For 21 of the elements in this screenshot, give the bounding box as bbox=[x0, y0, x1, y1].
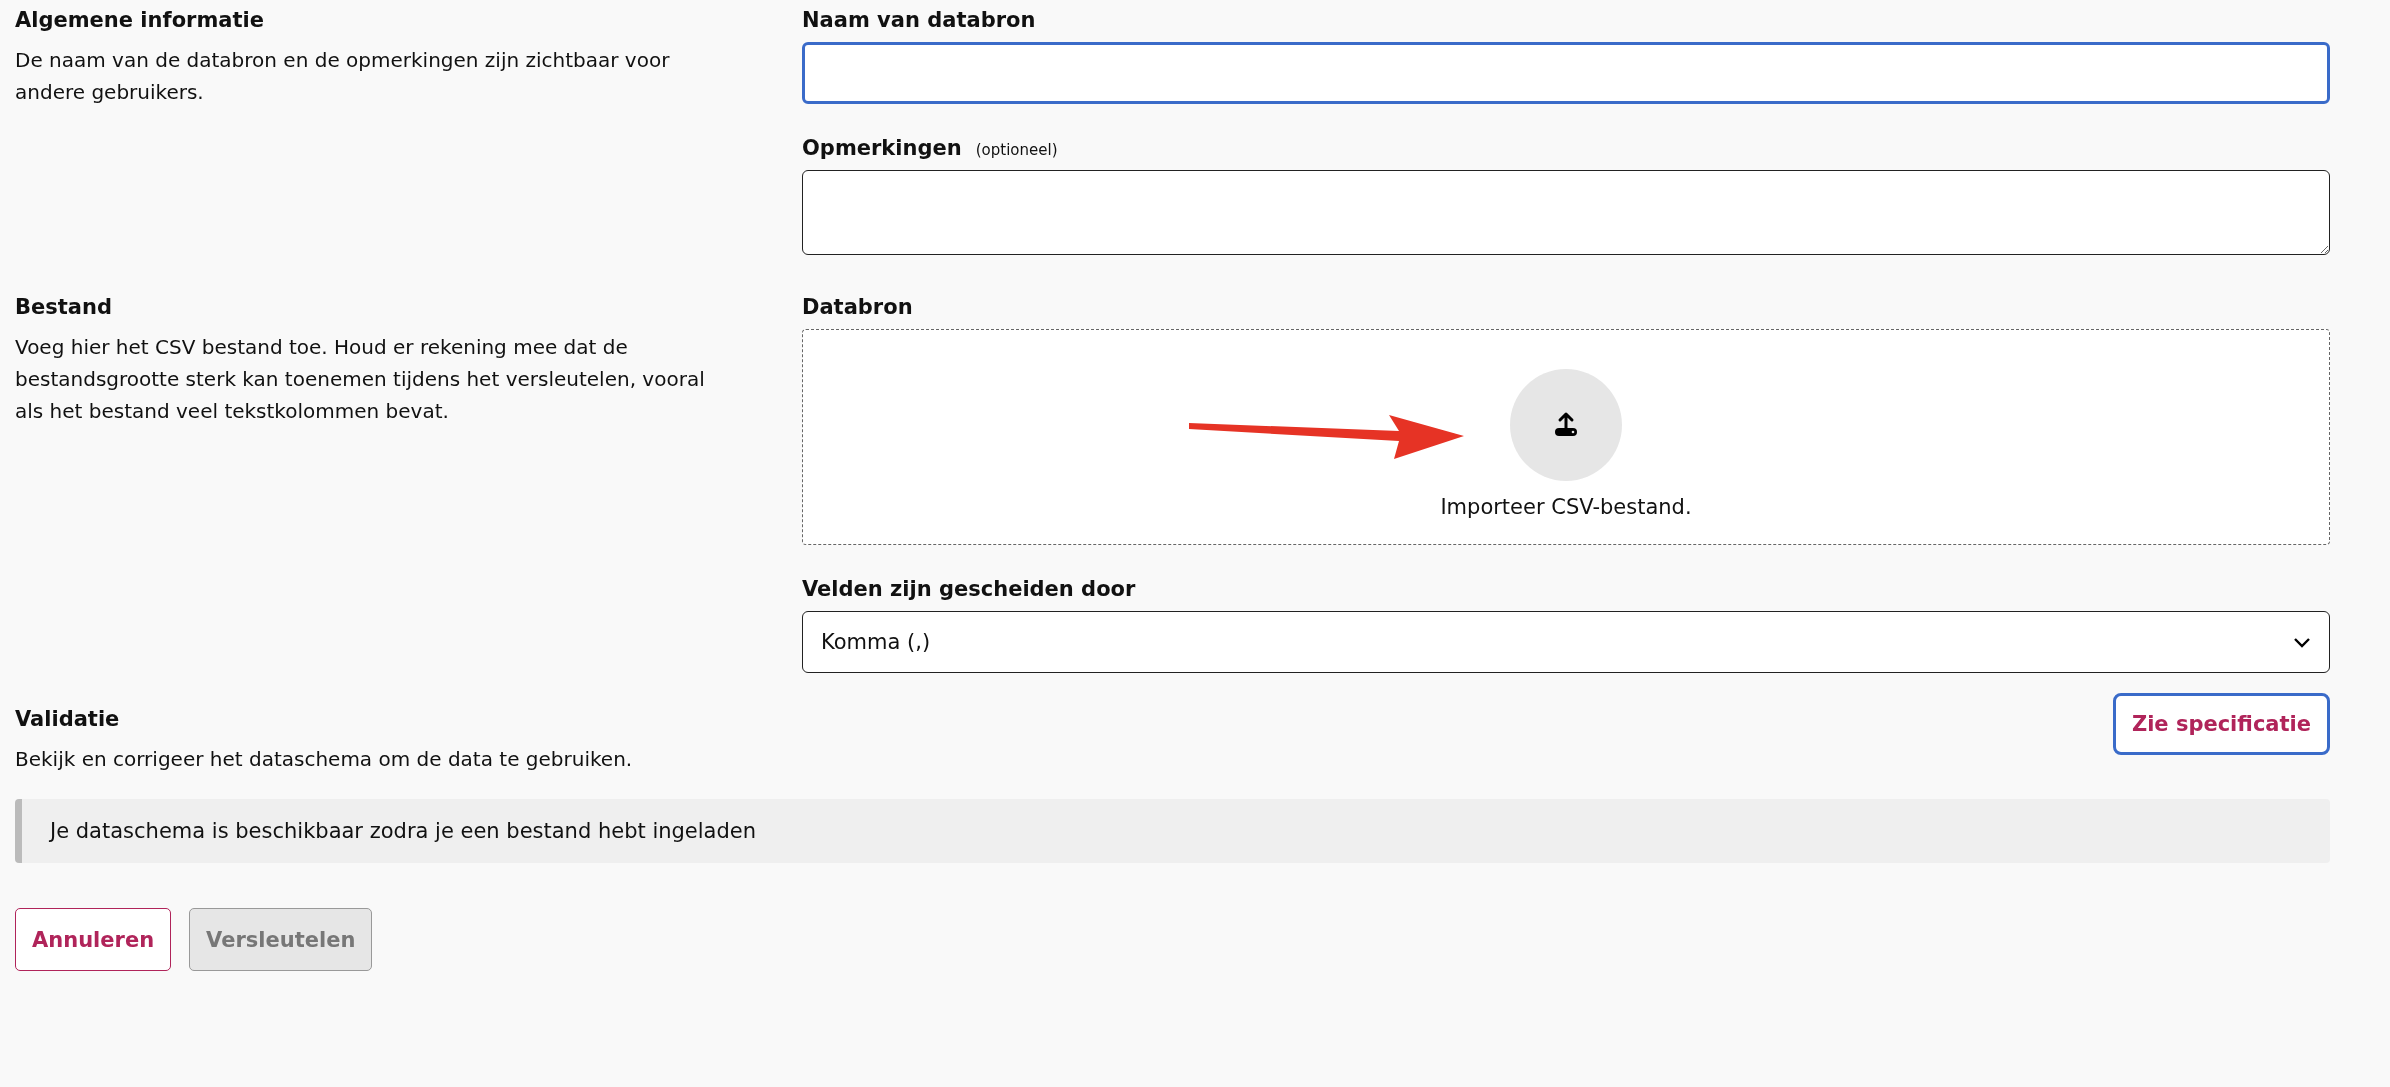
section-title: Algemene informatie bbox=[15, 8, 265, 32]
section-description: De naam van de databron en de opmerkingen zijn zichtbaar voor andere gebruikers. bbox=[15, 47, 671, 106]
file-dropzone[interactable]: Importeer CSV-bestand. bbox=[802, 329, 2330, 545]
specification-button[interactable]: Zie specificatie bbox=[2112, 693, 2330, 755]
info-notice: Je dataschema is beschikbaar zodra je een bestand hebt ingeladen bbox=[15, 799, 2330, 863]
section-title: Validatie bbox=[15, 707, 121, 731]
chevron-down-icon bbox=[2293, 636, 2311, 648]
remarks-textarea[interactable] bbox=[802, 170, 2330, 255]
cancel-button[interactable]: Annuleren bbox=[15, 908, 172, 971]
field-label: Databron bbox=[802, 295, 913, 319]
optional-hint: (optioneel) bbox=[975, 141, 1058, 159]
import-label: Importeer CSV-bestand. bbox=[1440, 495, 1692, 519]
section-description: Bekijk en corrigeer het dataschema om de data te gebruiken. bbox=[15, 746, 634, 773]
upload-icon bbox=[1552, 411, 1580, 439]
field-label: Naam van databron bbox=[802, 8, 1036, 32]
field-label: Opmerkingen bbox=[802, 136, 962, 160]
section-title: Bestand bbox=[15, 295, 113, 319]
section-description: Voeg hier het CSV bestand toe. Houd er rekening mee dat de bestandsgrootte sterk kan toenemen tijdens het versleutelen, vooral als het bestand veel tekstkolommen bevat. bbox=[15, 334, 706, 425]
field-label: Velden zijn gescheiden door bbox=[802, 577, 1136, 601]
separator-select[interactable]: Komma (,) bbox=[802, 611, 2330, 673]
name-input-field[interactable] bbox=[802, 42, 2330, 104]
